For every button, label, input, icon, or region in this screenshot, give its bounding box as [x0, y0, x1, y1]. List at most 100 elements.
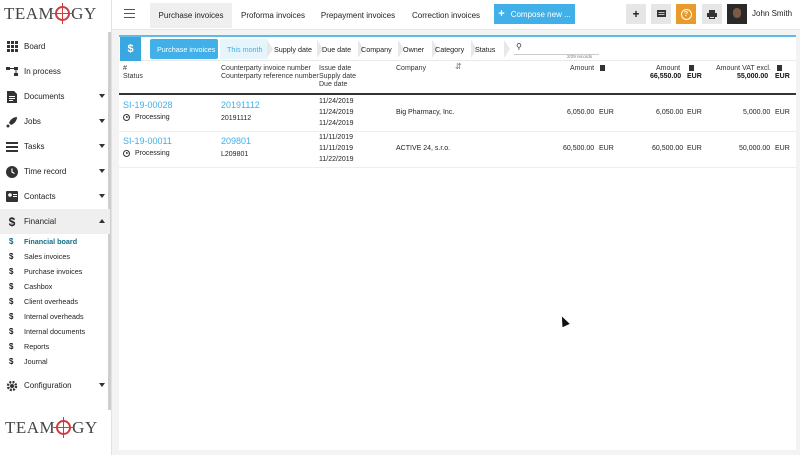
sidebar-item-label: Tasks: [24, 142, 45, 151]
sidebar-item-tasks[interactable]: Tasks: [0, 134, 110, 159]
chevron-down-icon[interactable]: [99, 144, 105, 148]
plus-icon: +: [632, 7, 640, 21]
table-row[interactable]: SI-19-00028 Processing 20191112 20191112…: [119, 96, 796, 132]
sidebar-item-label: Contacts: [24, 192, 56, 201]
logo-text-left: TEAM: [4, 4, 55, 23]
vat-excl-value: 5,000.00: [743, 109, 771, 116]
sidebar-subitem-internal-documents[interactable]: $ Internal documents: [0, 324, 110, 339]
print-button[interactable]: [702, 4, 722, 24]
amount-total-value: 66,550.00: [650, 73, 682, 80]
sidebar-item-documents[interactable]: Documents: [0, 84, 110, 109]
export-file-icon[interactable]: [600, 65, 605, 71]
app-root: TEAM GY Board In process Documents Jobs …: [0, 0, 800, 455]
teamogy-logo[interactable]: TEAM GY: [4, 3, 97, 28]
filter-status[interactable]: Status: [468, 39, 510, 59]
filter-purchase-invoices[interactable]: Purchase invoices: [150, 39, 218, 59]
sidebar-subitem-sales-invoices[interactable]: $ Sales invoices: [0, 249, 110, 264]
filter-this-month[interactable]: This month: [220, 39, 273, 59]
sidebar-item-jobs[interactable]: Jobs: [0, 109, 110, 134]
chevron-down-icon[interactable]: [99, 194, 105, 198]
help-button[interactable]: ?: [676, 4, 696, 24]
sidebar-subitem-label: Internal overheads: [24, 312, 84, 321]
issue-date: 11/11/2019: [319, 134, 353, 141]
print-icon: [707, 9, 717, 19]
invoice-doc-icon: $: [120, 37, 141, 61]
logo-text-right: GY: [71, 4, 97, 23]
sidebar-subitem-purchase-invoices[interactable]: $ Purchase invoices: [0, 264, 110, 279]
rocket-icon: [6, 116, 18, 128]
plus-icon: +: [498, 8, 505, 20]
cp-reference: 20191112: [221, 115, 252, 122]
sidebar-item-time-record[interactable]: Time record: [0, 159, 110, 184]
filter-company[interactable]: Company: [354, 39, 404, 59]
sidebar-subitem-internal-overheads[interactable]: $ Internal overheads: [0, 309, 110, 324]
sidebar-subitem-client-overheads[interactable]: $ Client overheads: [0, 294, 110, 309]
hamburger-menu-icon[interactable]: [124, 9, 135, 18]
cp-invoice-link[interactable]: 209801: [221, 136, 251, 146]
filter-owner[interactable]: Owner: [396, 39, 438, 59]
tab-prepayment-invoices[interactable]: Prepayment invoices: [315, 3, 401, 28]
export-file-icon[interactable]: [689, 65, 694, 71]
contacts-icon: [6, 191, 18, 203]
filter-label: Supply date: [274, 44, 312, 54]
question-icon: ?: [680, 8, 692, 20]
sort-icon[interactable]: ⇵: [455, 62, 462, 72]
add-button[interactable]: +: [626, 4, 646, 24]
compose-new-button[interactable]: + Compose new ...: [494, 4, 575, 24]
status-cell: Processing: [123, 113, 170, 124]
sidebar-subitem-label: Purchase invoices: [24, 267, 83, 276]
sidebar-subitem-financial-board[interactable]: $ Financial board: [0, 234, 110, 249]
invoice-id-link[interactable]: SI-19-00011: [123, 136, 172, 146]
col-header-due-date[interactable]: Due date: [319, 81, 347, 90]
search-input[interactable]: ⚲: [514, 41, 599, 55]
col-header-company[interactable]: Company: [396, 65, 426, 74]
status-label: Processing: [135, 150, 170, 157]
comment-icon: [656, 9, 666, 17]
chevron-down-icon[interactable]: [99, 383, 105, 387]
user-avatar[interactable]: [727, 4, 747, 24]
tab-proforma-invoices[interactable]: Proforma invoices: [234, 3, 312, 28]
filter-due-date[interactable]: Due date: [315, 39, 364, 59]
col-header-amount[interactable]: Amount: [570, 65, 594, 74]
col-header-status[interactable]: Status: [123, 73, 143, 82]
col-header-cp-reference[interactable]: Counterparty reference number: [221, 73, 319, 82]
sidebar-item-financial[interactable]: $ Financial: [0, 209, 110, 234]
sidebar-subitem-reports[interactable]: $ Reports: [0, 339, 110, 354]
crosshair-logo-icon: [52, 3, 74, 24]
filter-category[interactable]: Category: [428, 39, 477, 59]
sidebar-item-configuration[interactable]: Configuration: [0, 373, 110, 398]
sidebar-subitem-journal[interactable]: $ Journal: [0, 354, 110, 369]
table-row[interactable]: SI-19-00011 Processing 209801 L209801 11…: [119, 132, 796, 168]
tab-correction-invoices[interactable]: Correction invoices: [405, 3, 487, 28]
crosshair-logo-icon: [53, 417, 75, 438]
sidebar-item-in-process[interactable]: In process: [0, 59, 110, 84]
dollar-icon: $: [9, 297, 14, 306]
invoice-id-link[interactable]: SI-19-00028: [123, 100, 173, 110]
sidebar-item-contacts[interactable]: Contacts: [0, 184, 110, 209]
sidebar-item-board[interactable]: Board: [0, 34, 110, 59]
filter-bar: $ Purchase invoices This month Supply da…: [119, 35, 796, 61]
amount-value: 60,500.00: [563, 145, 595, 152]
chevron-up-icon[interactable]: [99, 219, 105, 223]
sidebar-item-label: Time record: [24, 167, 67, 176]
notes-button[interactable]: [651, 4, 671, 24]
dollar-icon: $: [9, 252, 14, 261]
chevron-down-icon[interactable]: [99, 119, 105, 123]
chevron-down-icon[interactable]: [99, 169, 105, 173]
filter-label: Purchase invoices: [157, 44, 216, 54]
dollar-icon: $: [8, 214, 16, 229]
grid-icon: [6, 41, 18, 53]
chevron-down-icon[interactable]: [99, 94, 105, 98]
company-name: ACTIVE 24, s.r.o.: [396, 145, 451, 152]
supply-date: 11/24/2019: [319, 109, 354, 116]
sidebar-item-label: In process: [24, 67, 61, 76]
top-bar: Purchase invoices Proforma invoices Prep…: [112, 0, 800, 30]
filter-supply-date[interactable]: Supply date: [267, 39, 323, 59]
filter-label: Company: [361, 44, 392, 54]
export-file-icon[interactable]: [777, 65, 782, 71]
sidebar-subitem-cashbox[interactable]: $ Cashbox: [0, 279, 110, 294]
tab-purchase-invoices[interactable]: Purchase invoices: [150, 3, 232, 28]
cp-invoice-link[interactable]: 20191112: [221, 100, 260, 110]
sidebar-nav: Board In process Documents Jobs Tasks Ti…: [0, 34, 110, 398]
user-name[interactable]: John Smith: [752, 9, 792, 18]
